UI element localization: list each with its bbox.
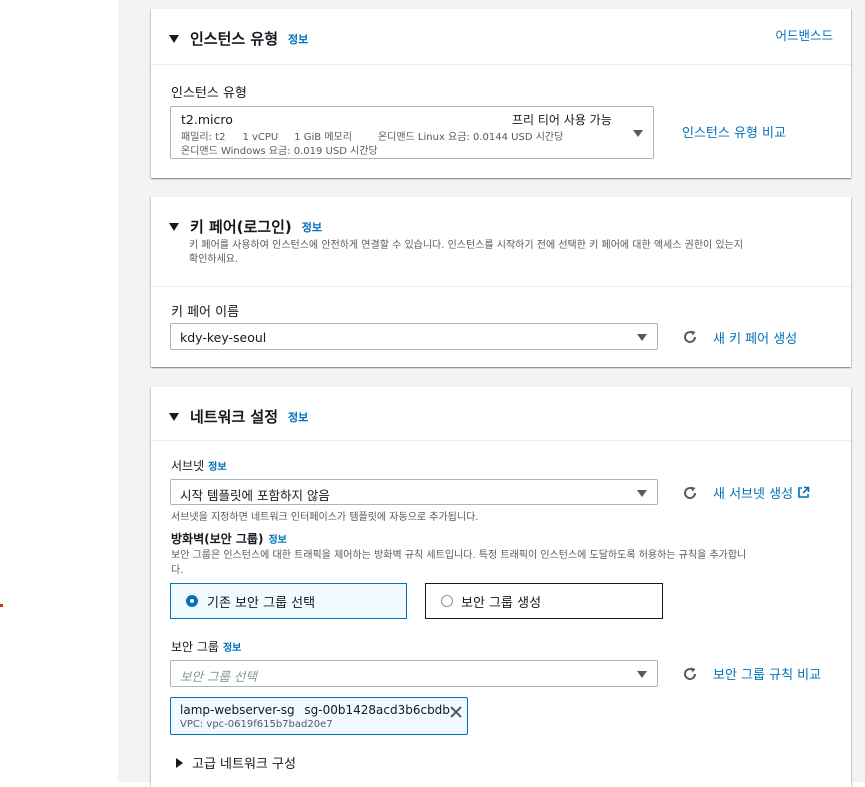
security-group-label-row: 보안 그룹 정보 <box>171 638 241 655</box>
instance-type-panel: 인스턴스 유형 정보 어드밴스드 인스턴스 유형 t2.micro 프리 티어 … <box>151 9 851 178</box>
subnet-help-text: 서브넷을 지정하면 네트워크 인터페이스가 템플릿에 자동으로 추가됩니다. <box>171 512 479 523</box>
section-title: 네트워크 설정 <box>190 408 279 426</box>
create-subnet-link-row[interactable]: 새 서브넷 생성 <box>713 483 810 502</box>
linux-price-text: 온디맨드 Linux 요금: 0.0144 USD 시간당 <box>377 132 564 143</box>
option-create-label: 보안 그룹 생성 <box>461 596 542 611</box>
instance-type-label: 인스턴스 유형 <box>171 86 247 101</box>
instance-type-select[interactable]: t2.micro 프리 티어 사용 가능 패밀리: t2 1 vCPU 1 GiB … <box>170 106 654 159</box>
collapse-caret-icon[interactable] <box>169 34 179 43</box>
advanced-link[interactable]: 어드밴스드 <box>775 25 833 44</box>
option-create-security-group[interactable]: 보안 그룹 생성 <box>425 583 663 619</box>
firewall-description-line2: 다. <box>171 565 184 576</box>
section-title: 인스턴스 유형 <box>190 30 279 48</box>
network-settings-panel: 네트워크 설정 정보 서브넷 정보 시작 템플릿에 포함하지 않음 새 서브넷 … <box>151 387 851 787</box>
security-group-token-vpc: VPC: vpc-0619f615b7bad20e7 <box>180 719 333 730</box>
compare-instance-types-link[interactable]: 인스턴스 유형 비교 <box>682 122 786 141</box>
info-link[interactable]: 정보 <box>302 219 322 235</box>
firewall-info-link[interactable]: 정보 <box>268 531 286 546</box>
collapse-caret-icon[interactable] <box>169 222 179 231</box>
instance-type-name: t2.micro <box>181 112 233 127</box>
refresh-icon[interactable] <box>682 666 698 682</box>
create-subnet-link[interactable]: 새 서브넷 생성 <box>713 483 793 502</box>
subnet-label-row: 서브넷 정보 <box>171 457 227 474</box>
key-pair-header: 키 페어(로그인) 정보 키 페어를 사용하여 인스턴스에 안전하게 연결할 수… <box>151 197 851 287</box>
radio-unselected-icon[interactable] <box>441 595 453 607</box>
refresh-icon[interactable] <box>682 329 698 345</box>
option-existing-label: 기존 보안 그룹 선택 <box>207 596 316 611</box>
advanced-network-label: 고급 네트워크 구성 <box>192 757 296 772</box>
security-group-token-title: lamp-webserver-sg sg-00b1428acd3b6cbdb <box>180 703 450 717</box>
key-pair-value: kdy-key-seoul <box>180 330 267 345</box>
refresh-icon[interactable] <box>682 485 698 501</box>
instance-type-heading[interactable]: 인스턴스 유형 정보 <box>169 28 308 49</box>
dropdown-arrow-icon <box>633 130 643 137</box>
key-pair-panel: 키 페어(로그인) 정보 키 페어를 사용하여 인스턴스에 안전하게 연결할 수… <box>151 197 851 367</box>
security-group-info-link[interactable]: 정보 <box>223 639 241 654</box>
key-pair-heading[interactable]: 키 페어(로그인) 정보 <box>169 216 322 237</box>
key-pair-description-line2: 확인하세요. <box>189 254 239 265</box>
key-pair-description-line1: 키 페어를 사용하여 인스턴스에 안전하게 연결할 수 있습니다. 인스턴스를 … <box>189 240 744 251</box>
dropdown-arrow-icon <box>637 334 647 341</box>
network-settings-heading[interactable]: 네트워크 설정 정보 <box>169 406 308 427</box>
security-group-token-name: lamp-webserver-sg <box>180 703 295 717</box>
dropdown-arrow-icon <box>637 490 647 497</box>
subnet-label: 서브넷 <box>171 459 205 473</box>
network-settings-header: 네트워크 설정 정보 <box>151 387 851 441</box>
info-link[interactable]: 정보 <box>288 31 308 47</box>
info-link[interactable]: 정보 <box>288 409 308 425</box>
free-tier-badge: 프리 티어 사용 가능 <box>512 113 612 127</box>
advanced-network-toggle[interactable]: 고급 네트워크 구성 <box>176 753 296 772</box>
subnet-select[interactable]: 시작 템플릿에 포함하지 않음 <box>170 479 658 505</box>
windows-price-text: 온디맨드 Windows 요금: 0.019 USD 시간당 <box>181 146 378 157</box>
section-title: 키 페어(로그인) <box>190 218 292 236</box>
key-pair-select[interactable]: kdy-key-seoul <box>170 323 658 350</box>
create-key-pair-link[interactable]: 새 키 페어 생성 <box>713 328 797 347</box>
key-pair-name-label: 키 페어 이름 <box>171 305 240 320</box>
firewall-description-line1: 보안 그룹은 인스턴스에 대한 트래픽을 제어하는 방화벽 규칙 세트입니다. … <box>171 550 747 561</box>
firewall-label: 방화벽(보안 그룹) <box>171 532 264 546</box>
firewall-label-row: 방화벽(보안 그룹) 정보 <box>171 530 287 547</box>
radio-selected-icon[interactable] <box>186 595 198 607</box>
security-group-token-id: sg-00b1428acd3b6cbdb <box>304 703 450 717</box>
subnet-info-link[interactable]: 정보 <box>208 458 226 473</box>
compare-security-group-rules-link[interactable]: 보안 그룹 규칙 비교 <box>713 664 821 683</box>
left-edge-marker <box>0 604 3 607</box>
option-existing-security-group[interactable]: 기존 보안 그룹 선택 <box>170 583 407 619</box>
security-group-token: lamp-webserver-sg sg-00b1428acd3b6cbdb V… <box>170 697 468 735</box>
dropdown-arrow-icon <box>637 671 647 678</box>
security-group-label: 보안 그룹 <box>171 640 219 654</box>
security-group-placeholder: 보안 그룹 선택 <box>180 669 257 684</box>
security-group-select[interactable]: 보안 그룹 선택 <box>170 660 658 687</box>
remove-close-icon[interactable] <box>450 706 462 718</box>
external-link-icon <box>798 486 810 498</box>
instance-type-header: 인스턴스 유형 정보 어드밴스드 <box>151 9 851 65</box>
subnet-value: 시작 템플릿에 포함하지 않음 <box>180 488 330 503</box>
instance-specs: 패밀리: t2 1 vCPU 1 GiB 메모리 온디맨드 Linux 요금: 0.0… <box>181 128 563 143</box>
expand-caret-icon[interactable] <box>176 757 183 768</box>
collapse-caret-icon[interactable] <box>169 412 179 421</box>
